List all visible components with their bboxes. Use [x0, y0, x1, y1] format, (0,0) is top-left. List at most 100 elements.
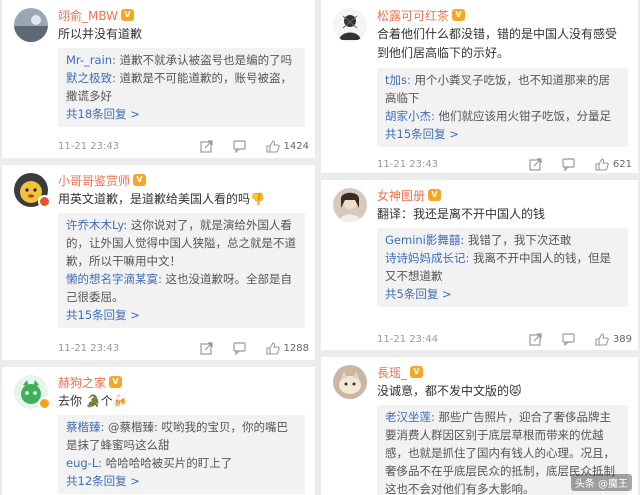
reply-box[interactable]: t加s: 用个小粪叉子吃饭，也不知道那来的居高临下 胡家小杰: 他们就应该用火钳… [377, 68, 628, 147]
reply-user[interactable]: 诗诗妈妈成长记: [385, 251, 469, 265]
comment-button[interactable] [232, 341, 246, 355]
comment-card: 翊俞_MBW V 所以并没有道歉 Mr-_rain: 道歉不就承认被盗号也是编的… [2, 0, 315, 158]
comment-button[interactable] [232, 139, 246, 153]
reply-item: 懒的想名字滴某寞: 这也没道歉呀。全部是自己很委屈。 [66, 270, 297, 306]
reply-user[interactable]: 懒的想名字滴某寞: [66, 272, 162, 286]
reply-box[interactable]: 蔡楷臻: @蔡楷臻: 哎哟我的宝贝，你的嘴巴是抹了蜂蜜吗这么甜 eug-L: 哈… [58, 415, 305, 494]
like-button[interactable]: 389 [595, 333, 632, 346]
member-badge-icon: V [410, 366, 424, 378]
username[interactable]: 赫狗之家 [58, 374, 106, 391]
reply-text: 哈哈哈哈被买片的盯上了 [102, 456, 233, 470]
comment-header: 松露可可红茶 V [377, 6, 632, 24]
comment-text: 翻译：我还是离不开中国人的钱 [377, 207, 546, 222]
timestamp: 11-21 23:43 [58, 140, 120, 152]
comment-header: 翊俞_MBW V [58, 6, 309, 24]
comment-icon [562, 333, 575, 346]
comment-footer: 11-21 23:43 1424 [58, 137, 309, 155]
comment-card: 赫狗之家 V 去你 🐊个🍻 蔡楷臻: @蔡楷臻: 哎哟我的宝贝，你的嘴巴是抹了蜂… [2, 367, 315, 495]
comment-text: 没诚意，都不发中文版的😾 [377, 384, 522, 398]
more-replies-link[interactable]: 共5条回复 > [385, 285, 620, 303]
comment-text: 合着他们什么都没错，错的是中国人没有感受到他们居高临下的示好。 [377, 27, 618, 60]
comment-card: 女神图册 V 翻译：我还是离不开中国人的钱 Gemini影舞囍: 我错了，我下次… [321, 180, 638, 350]
thumbs-up-icon [595, 333, 609, 346]
comment-button[interactable] [562, 333, 575, 346]
avatar[interactable] [333, 365, 367, 399]
like-count: 389 [612, 333, 632, 345]
watermark-text: 头条 @魔王 [574, 478, 628, 490]
like-button[interactable]: 1424 [265, 139, 309, 153]
reply-item: 默之极致: 道歉是不可能道歉的，账号被盗，撒谎多好 [66, 69, 297, 105]
share-button[interactable] [529, 333, 542, 346]
share-icon [199, 139, 213, 153]
timestamp: 11-21 23:43 [377, 158, 439, 170]
avatar[interactable] [333, 188, 367, 223]
reply-user[interactable]: 胡家小杰: [385, 109, 435, 123]
reply-user[interactable]: eug-L: [66, 456, 102, 470]
reply-user[interactable]: 默之极致: [66, 71, 116, 85]
more-replies-link[interactable]: 共12条回复 > [66, 472, 297, 490]
verified-icon [38, 195, 51, 208]
comment-icon [232, 341, 246, 355]
reply-item: 许乔木木Ly: 这你说对了，就是演给外国人看的，让外国人觉得中国人狭隘，总之就是… [66, 216, 297, 270]
member-badge-icon: V [133, 174, 147, 186]
more-replies-link[interactable]: 共15条回复 > [385, 125, 620, 143]
reply-item: Gemini影舞囍: 我错了，我下次还敢 [385, 231, 620, 249]
reply-text: 用个小粪叉子吃饭，也不知道那来的居高临下 [385, 73, 611, 105]
reply-user[interactable]: 老汉坐莲: [385, 410, 435, 424]
like-count: 1424 [283, 140, 309, 152]
thumbs-up-icon [265, 139, 280, 153]
more-replies-link[interactable]: 共15条回复 > [66, 306, 297, 324]
username[interactable]: 長瑶_ [377, 364, 407, 381]
comment-card: 小哥哥鉴赏师 V 用英文道歉，是道歉给美国人看的吗👎 许乔木木Ly: 这你说对了… [2, 165, 315, 360]
thumbs-up-icon [265, 341, 280, 355]
like-count: 1288 [283, 342, 309, 354]
comment-footer: 11-21 23:44 389 [377, 330, 632, 348]
like-button[interactable]: 621 [595, 157, 632, 171]
reply-item: t加s: 用个小粪叉子吃饭，也不知道那来的居高临下 [385, 71, 620, 107]
reply-item: eug-L: 哈哈哈哈被买片的盯上了 [66, 454, 297, 472]
left-column: 翊俞_MBW V 所以并没有道歉 Mr-_rain: 道歉不就承认被盗号也是编的… [2, 0, 315, 495]
reply-box[interactable]: 许乔木木Ly: 这你说对了，就是演给外国人看的，让外国人觉得中国人狭隘，总之就是… [58, 213, 305, 328]
reply-text: 他们就应该用火钳子吃饭，分量足 [434, 109, 612, 123]
username[interactable]: 翊俞_MBW [58, 7, 118, 24]
share-icon [529, 333, 542, 346]
comment-footer: 11-21 23:43 1288 [58, 339, 309, 357]
username[interactable]: 松露可可红茶 [377, 7, 449, 24]
reply-box[interactable]: Mr-_rain: 道歉不就承认被盗号也是编的了吗 默之极致: 道歉是不可能道歉… [58, 48, 305, 127]
watermark: 头条 @魔王 [570, 473, 632, 491]
reply-user[interactable]: Mr-_rain: [66, 53, 116, 67]
reply-item: 诗诗妈妈成长记: 我离不开中国人的钱，但是又不想道歉 [385, 249, 620, 285]
reply-box[interactable]: Gemini影舞囍: 我错了，我下次还敢 诗诗妈妈成长记: 我离不开中国人的钱，… [377, 228, 628, 308]
reply-item: Mr-_rain: 道歉不就承认被盗号也是编的了吗 [66, 51, 297, 69]
comment-text: 用英文道歉，是道歉给美国人看的吗👎 [58, 192, 265, 206]
share-icon [529, 157, 542, 171]
comment-button[interactable] [562, 157, 575, 171]
reply-user[interactable]: t加s: [385, 73, 411, 87]
share-button[interactable] [529, 157, 542, 171]
member-badge-icon: V [428, 189, 442, 202]
like-button[interactable]: 1288 [265, 341, 309, 355]
username[interactable]: 小哥哥鉴赏师 [58, 172, 130, 189]
reply-user[interactable]: Gemini影舞囍: [385, 233, 464, 247]
right-column: 松露可可红茶 V 合着他们什么都没错，错的是中国人没有感受到他们居高临下的示好。… [321, 0, 638, 495]
comment-card: 長瑶_ V 没诚意，都不发中文版的😾 老汉坐莲: 那些广告照片，迎合了奢侈品牌主… [321, 357, 638, 495]
reply-user[interactable]: 蔡楷臻: [66, 420, 104, 434]
thumbs-up-icon [595, 157, 609, 171]
member-badge-icon: V [452, 9, 466, 21]
more-replies-link[interactable]: 共18条回复 > [66, 105, 297, 123]
verified-icon [38, 397, 51, 410]
comment-icon [562, 157, 575, 171]
reply-item: 胡家小杰: 他们就应该用火钳子吃饭，分量足 [385, 107, 620, 125]
avatar[interactable] [333, 8, 367, 42]
share-button[interactable] [199, 341, 213, 355]
comment-card: 松露可可红茶 V 合着他们什么都没错，错的是中国人没有感受到他们居高临下的示好。… [321, 0, 638, 174]
member-badge-icon: V [121, 9, 135, 21]
comment-text: 去你 🐊个🍻 [58, 394, 128, 408]
username[interactable]: 女神图册 [377, 187, 425, 204]
share-button[interactable] [199, 139, 213, 153]
reply-item: 蔡楷臻: @蔡楷臻: 哎哟我的宝贝，你的嘴巴是抹了蜂蜜吗这么甜 [66, 418, 297, 454]
comment-text: 所以并没有道歉 [58, 27, 143, 41]
avatar[interactable] [14, 8, 48, 42]
timestamp: 11-21 23:44 [377, 333, 439, 345]
reply-user[interactable]: 许乔木木Ly: [66, 218, 127, 232]
